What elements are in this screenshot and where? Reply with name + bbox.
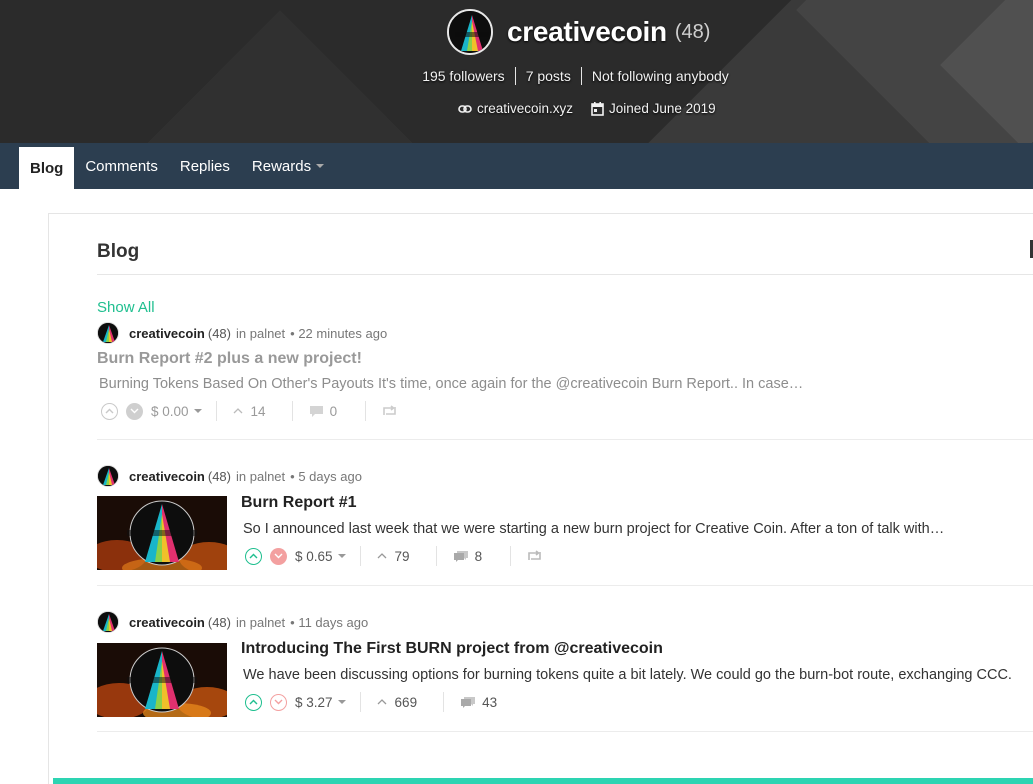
upvote-button[interactable] — [101, 402, 118, 420]
chevron-up-icon — [233, 408, 243, 414]
author-reputation: (48) — [207, 325, 231, 341]
joined-item: Joined June 2019 — [591, 101, 716, 116]
downvote-button[interactable] — [270, 693, 287, 711]
post-time[interactable]: • 22 minutes ago — [290, 326, 387, 341]
website-link[interactable]: creativecoin.xyz — [477, 101, 573, 116]
link-icon — [458, 104, 472, 113]
chevron-down-icon — [337, 554, 346, 558]
post-actions: $ 0.65 79 8 — [241, 546, 1033, 566]
divider — [97, 731, 1033, 732]
payout-dropdown[interactable]: $ 3.27 — [295, 692, 361, 712]
tab-replies[interactable]: Replies — [169, 143, 241, 189]
divider — [97, 274, 1033, 275]
post-author[interactable]: creativecoin — [129, 615, 205, 630]
comment-count[interactable]: 43 — [460, 692, 525, 712]
chevron-up-icon — [377, 699, 387, 705]
followers-count[interactable]: 195 followers — [412, 67, 515, 85]
post-community[interactable]: in palnet — [236, 469, 285, 484]
comment-count[interactable]: 0 — [309, 401, 367, 421]
downvote-button[interactable] — [126, 402, 143, 420]
comments-icon — [453, 550, 468, 562]
chevron-down-icon — [337, 700, 346, 704]
comment-count[interactable]: 8 — [453, 546, 512, 566]
downvote-button[interactable] — [270, 547, 287, 565]
chevron-down-icon — [274, 699, 283, 705]
payout-dropdown[interactable]: $ 0.00 — [151, 401, 217, 421]
post-header: creativecoin (48) in palnet • 5 days ago — [97, 465, 1033, 487]
chevron-down-icon — [193, 409, 202, 413]
comments-icon — [461, 696, 476, 708]
chevron-up-icon — [249, 699, 258, 705]
post-header: creativecoin (48) in palnet • 11 days ag… — [97, 611, 1033, 633]
bottom-accent-bar — [53, 778, 1033, 784]
vote-count[interactable]: 14 — [233, 401, 293, 421]
profile-banner: creativecoin (48) 195 followers 7 posts … — [0, 0, 1033, 143]
post-item: creativecoin (48) in palnet • 22 minutes… — [97, 322, 1033, 440]
tab-rewards[interactable]: Rewards — [241, 143, 335, 189]
joined-date: Joined June 2019 — [609, 101, 716, 116]
chevron-down-icon — [274, 553, 283, 559]
post-community[interactable]: in palnet — [236, 326, 285, 341]
divider — [97, 585, 1033, 586]
comment-icon — [309, 405, 323, 417]
post-item: creativecoin (48) in palnet • 5 days ago… — [97, 465, 1033, 586]
post-thumbnail[interactable] — [97, 643, 227, 717]
post-title[interactable]: Burn Report #1 — [241, 494, 1033, 512]
divider — [97, 439, 1033, 440]
post-community[interactable]: in palnet — [236, 615, 285, 630]
post-time[interactable]: • 11 days ago — [290, 615, 368, 630]
upvote-button[interactable] — [245, 547, 262, 565]
tab-blog[interactable]: Blog — [19, 147, 75, 189]
post-author[interactable]: creativecoin — [129, 326, 205, 341]
blog-card: Blog Show All creativecoin (48) in palne… — [48, 213, 1033, 784]
chevron-down-icon — [130, 408, 139, 414]
vote-count[interactable]: 79 — [377, 546, 437, 566]
avatar[interactable] — [97, 611, 119, 633]
calendar-icon — [591, 101, 604, 116]
post-excerpt[interactable]: Burning Tokens Based On Other's Payouts … — [97, 376, 857, 392]
profile-meta: creativecoin.xyz Joined June 2019 — [458, 101, 716, 116]
author-reputation: (48) — [207, 468, 231, 484]
profile-name: creativecoin — [507, 16, 667, 47]
tab-comments[interactable]: Comments — [74, 143, 169, 189]
following-count[interactable]: Not following anybody — [580, 67, 739, 85]
post-title[interactable]: Introducing The First BURN project from … — [241, 640, 1033, 658]
chevron-up-icon — [249, 553, 258, 559]
post-excerpt[interactable]: So I announced last week that we were st… — [241, 521, 1033, 537]
post-excerpt[interactable]: We have been discussing options for burn… — [241, 667, 1033, 683]
reblog-button[interactable] — [382, 405, 397, 417]
author-reputation: (48) — [207, 614, 231, 630]
website-item[interactable]: creativecoin.xyz — [458, 101, 573, 116]
avatar[interactable] — [97, 465, 119, 487]
post-time[interactable]: • 5 days ago — [290, 469, 362, 484]
payout-dropdown[interactable]: $ 0.65 — [295, 546, 361, 566]
chevron-down-icon — [316, 164, 325, 168]
vote-count[interactable]: 669 — [377, 692, 445, 712]
reblog-button[interactable] — [527, 550, 542, 562]
post-title[interactable]: Burn Report #2 plus a new project! — [97, 350, 1033, 368]
post-actions: $ 0.00 14 0 — [97, 401, 1033, 421]
upvote-button[interactable] — [245, 693, 262, 711]
post-header: creativecoin (48) in palnet • 22 minutes… — [97, 322, 1033, 344]
creativecoin-logo-icon[interactable] — [447, 9, 493, 55]
post-item: creativecoin (48) in palnet • 11 days ag… — [97, 611, 1033, 732]
post-content: Introducing The First BURN project from … — [241, 640, 1033, 712]
post-content: Burn Report #1 So I announced last week … — [241, 494, 1033, 566]
reblog-icon — [383, 405, 396, 415]
show-all-link[interactable]: Show All — [97, 299, 155, 316]
post-author[interactable]: creativecoin — [129, 469, 205, 484]
chevron-up-icon — [377, 553, 387, 559]
blog-heading: Blog — [97, 241, 140, 262]
chevron-up-icon — [105, 408, 114, 414]
profile-reputation: (48) — [674, 20, 711, 43]
avatar[interactable] — [97, 322, 119, 344]
post-thumbnail[interactable] — [97, 496, 227, 570]
profile-stats: 195 followers 7 posts Not following anyb… — [0, 67, 1033, 85]
profile-header: creativecoin (48) — [447, 9, 710, 55]
post-actions: $ 3.27 669 43 — [241, 692, 1033, 712]
posts-count[interactable]: 7 posts — [514, 67, 581, 85]
profile-nav: Blog Comments Replies Rewards — [0, 143, 1033, 189]
reblog-icon — [528, 550, 541, 560]
